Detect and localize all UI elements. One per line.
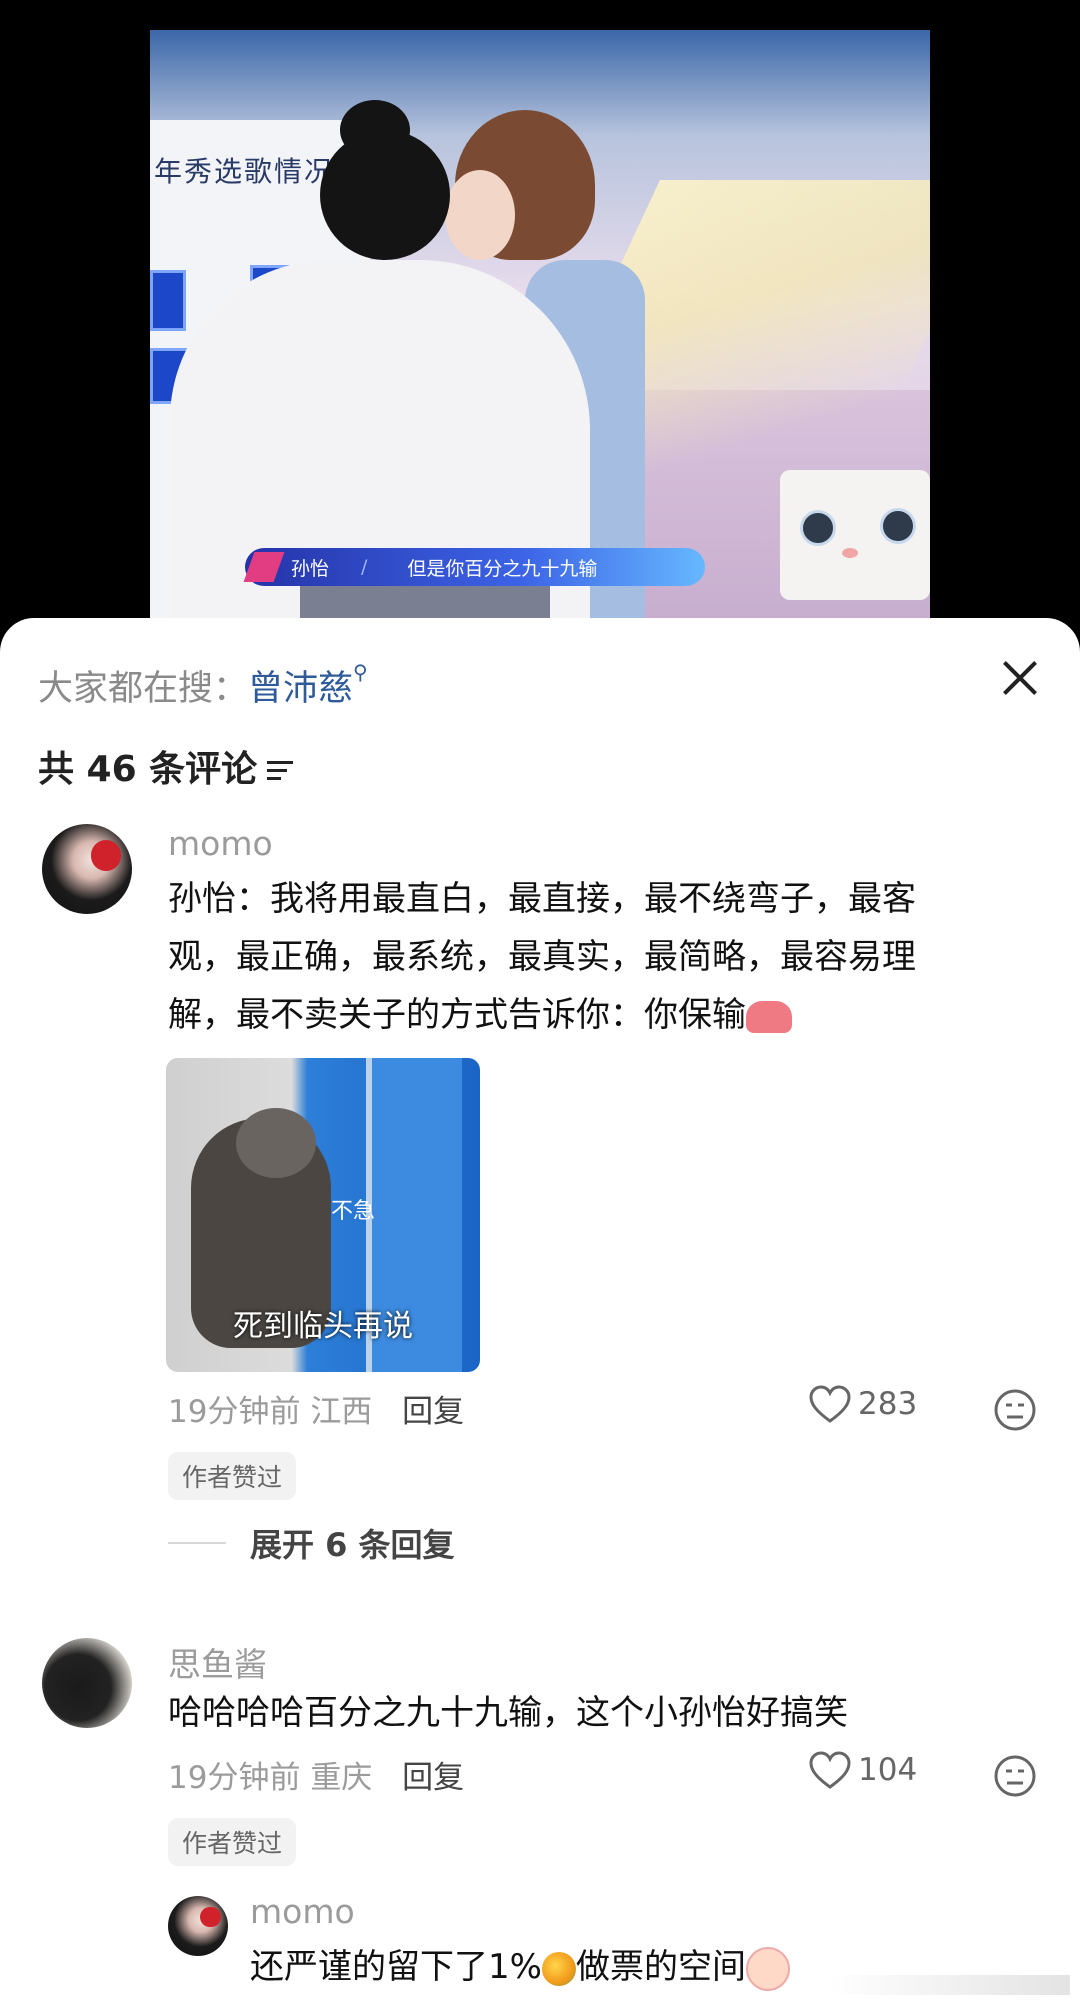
meme-caption: 死到临头再说 xyxy=(233,1309,413,1344)
avatar[interactable] xyxy=(42,1638,132,1728)
author-liked-badge: 作者赞过 xyxy=(168,1818,297,1866)
like-button[interactable]: 104 xyxy=(808,1750,917,1790)
comment-username[interactable]: momo xyxy=(168,824,273,863)
comment-image[interactable]: 不急 死到临头再说 xyxy=(166,1058,480,1372)
like-button[interactable]: 283 xyxy=(808,1384,917,1424)
sort-icon[interactable] xyxy=(267,759,295,783)
comment-meta: 19分钟前 重庆 回复 xyxy=(168,1752,464,1797)
like-count: 104 xyxy=(858,1752,918,1788)
watermark xyxy=(830,1975,1070,1995)
comment-username[interactable]: 思鱼酱 xyxy=(168,1638,267,1686)
comment-location: 江西 xyxy=(310,1394,373,1430)
reply-button[interactable]: 回复 xyxy=(402,1394,464,1430)
caption-text: 但是你百分之九十九输 xyxy=(407,557,598,580)
dislike-face-icon[interactable] xyxy=(993,1388,1037,1432)
reply-text-part: 做票的空间 xyxy=(575,1947,746,1987)
avatar[interactable] xyxy=(42,824,132,914)
comment-text-line: 解，最不卖关子的方式告诉你：你保输 xyxy=(168,995,746,1035)
comment-location: 重庆 xyxy=(310,1760,373,1796)
meme-small-text: 不急 xyxy=(331,1199,376,1224)
caption-divider: / xyxy=(361,556,368,578)
search-suggestion-label: 大家都在搜： xyxy=(38,669,249,709)
reply-text: 还严谨的留下了1% 做票的空间 xyxy=(250,1938,790,1996)
cat-sticker xyxy=(780,470,930,600)
reply-text-part: 还严谨的留下了1% xyxy=(250,1947,542,1987)
comment-sheet: 大家都在搜：曾沛慈⚲ 共 46 条评论 momo 孙怡：我将用最直白，最直接，最… xyxy=(0,618,1080,2006)
comment-meta: 19分钟前 江西 回复 xyxy=(168,1386,464,1431)
comment-text-line: 孙怡：我将用最直白，最直接，最不绕弯子，最客 xyxy=(168,879,916,919)
reply-button[interactable]: 回复 xyxy=(402,1760,464,1796)
video-caption: 孙怡 / 但是你百分之九十九输 xyxy=(243,548,705,586)
heart-icon xyxy=(809,1751,851,1789)
comment-text-line: 解，最不卖关子的方式告诉你：你保输 xyxy=(168,986,916,1044)
avatar[interactable] xyxy=(168,1896,228,1956)
search-term-link[interactable]: 曾沛慈 xyxy=(248,669,353,709)
close-icon[interactable] xyxy=(998,656,1042,700)
comment-text: 孙怡：我将用最直白，最直接，最不绕弯子，最客 观，最正确，最系统，最真实，最简略… xyxy=(168,870,916,1044)
comment-text: 哈哈哈哈百分之九十九输，这个小孙怡好搞笑 xyxy=(168,1693,848,1733)
show-logo-icon xyxy=(243,552,285,582)
reply-username[interactable]: momo xyxy=(250,1892,355,1931)
author-liked-badge: 作者赞过 xyxy=(168,1452,297,1500)
dislike-face-icon[interactable] xyxy=(993,1754,1037,1798)
search-icon: ⚲ xyxy=(353,660,368,684)
comment-count-header: 共 46 条评论 xyxy=(38,740,295,792)
person-white-shirt xyxy=(150,90,590,620)
praying-hands-icon xyxy=(746,1000,792,1033)
caption-speaker: 孙怡 xyxy=(291,557,330,580)
expand-divider xyxy=(168,1542,226,1544)
baby-face-icon xyxy=(745,1946,790,1991)
heart-icon xyxy=(809,1385,851,1423)
expand-replies-button[interactable]: 展开 6 条回复 xyxy=(250,1520,455,1566)
mango-icon xyxy=(541,1951,576,1986)
comment-count: 共 46 条评论 xyxy=(38,749,258,790)
comment-text-line: 观，最正确，最系统，最真实，最简略，最容易理 xyxy=(168,937,916,977)
search-suggestion[interactable]: 大家都在搜：曾沛慈⚲ xyxy=(38,660,368,711)
comment-time: 19分钟前 xyxy=(168,1760,301,1796)
video-frame[interactable]: 年秀选歌情况 VS 孙怡 / 但是你百分之九十九输 xyxy=(150,30,930,620)
like-count: 283 xyxy=(858,1386,918,1422)
comment-time: 19分钟前 xyxy=(168,1394,301,1430)
